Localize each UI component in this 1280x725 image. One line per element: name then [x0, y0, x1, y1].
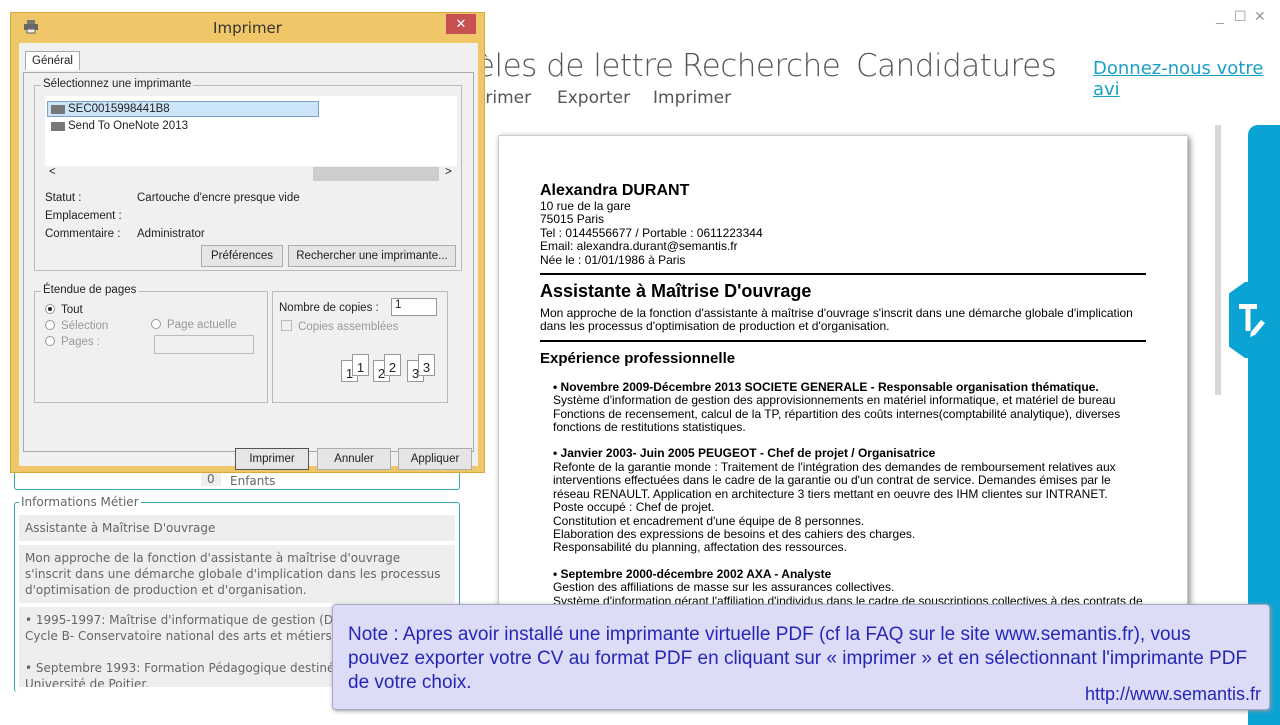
- scroll-right-icon[interactable]: >: [445, 166, 452, 178]
- range-current-radio[interactable]: Page actuelle: [151, 319, 237, 331]
- cancel-button[interactable]: Annuler: [317, 448, 391, 470]
- dialog-close-button[interactable]: ✕: [446, 14, 476, 34]
- status-value: Cartouche d'encre presque vide: [137, 192, 300, 204]
- printer-group-label: Sélectionnez une imprimante: [41, 78, 194, 90]
- comment-label: Commentaire :: [45, 228, 121, 240]
- summary-field[interactable]: Mon approche de la fonction d'assistante…: [19, 545, 455, 603]
- find-printer-button[interactable]: Rechercher une imprimante...: [288, 245, 456, 267]
- close-button[interactable]: ✕: [1254, 8, 1266, 25]
- copies-group: Nombre de copies : 1 Copies assemblées 1…: [272, 291, 448, 403]
- job-title-field[interactable]: Assistante à Maîtrise D'ouvrage: [19, 515, 455, 541]
- experience-heading: Expérience professionnelle: [540, 349, 736, 367]
- cv-phone: Tel : 0144556677 / Portable : 0611223344: [540, 225, 763, 240]
- job-head: • Novembre 2009-Décembre 2013 SOCIETE GE…: [553, 379, 1099, 394]
- printer-item[interactable]: SEC0015998441B8: [47, 101, 319, 117]
- print-action-2[interactable]: Imprimer: [653, 88, 731, 108]
- tab-applications[interactable]: Candidatures: [856, 48, 1057, 84]
- cv-summary: Mon approche de la fonction d'assistante…: [540, 306, 1133, 334]
- cv-birth: Née le : 01/01/1986 à Paris: [540, 252, 686, 267]
- collate-page-icon: 2: [384, 354, 401, 376]
- job-head: • Janvier 2003- Juin 2005 PEUGEOT - Chef…: [553, 446, 936, 461]
- cv-preview-page: Alexandra DURANT 10 rue de la gare 75015…: [498, 135, 1188, 635]
- range-all-radio[interactable]: Tout: [45, 304, 83, 316]
- note-overlay: Note : Apres avoir installé une impriman…: [332, 604, 1270, 710]
- job-body: Refonte de la garantie monde : Traitemen…: [553, 459, 1116, 555]
- collate-page-icon: 1: [352, 354, 369, 376]
- children-label: Enfants: [230, 474, 276, 488]
- printer-icon: [51, 105, 65, 114]
- job-entry: • Janvier 2003- Juin 2005 PEUGEOT - Chef…: [553, 447, 1146, 554]
- collate-checkbox[interactable]: Copies assemblées: [281, 320, 398, 333]
- printer-item[interactable]: Send To OneNote 2013: [48, 118, 188, 134]
- scroll-left-icon[interactable]: <: [49, 166, 56, 178]
- cv-title: Assistante à Maîtrise D'ouvrage: [540, 281, 812, 302]
- cv-email: Email: alexandra.durant@semantis.fr: [540, 239, 738, 254]
- comment-value: Administrator: [137, 228, 205, 240]
- printer-list: SEC0015998441B8 Send To OneNote 2013: [45, 96, 457, 166]
- range-pages-radio[interactable]: Pages :: [45, 336, 100, 348]
- business-info-title: Informations Métier: [19, 495, 141, 509]
- website-link[interactable]: http://www.semantis.fr: [1085, 684, 1261, 705]
- range-selection-radio[interactable]: Sélection: [45, 320, 108, 332]
- edit-text-icon[interactable]: [1229, 282, 1269, 358]
- printer-list-scrollbar[interactable]: < >: [45, 166, 457, 182]
- maximize-button[interactable]: ☐: [1234, 8, 1247, 25]
- children-count[interactable]: 0: [201, 472, 221, 486]
- export-action[interactable]: Exporter: [557, 88, 630, 108]
- pages-input[interactable]: [154, 335, 254, 354]
- page-range-label: Étendue de pages: [41, 284, 139, 296]
- collate-page-icon: 3: [418, 354, 435, 376]
- minimize-button[interactable]: _: [1216, 8, 1224, 24]
- status-label: Statut :: [45, 192, 82, 204]
- scroll-thumb[interactable]: [313, 167, 439, 181]
- tab-search[interactable]: Recherche: [682, 48, 841, 84]
- tab-panel: Sélectionnez une imprimante SEC001599844…: [23, 72, 474, 452]
- job-entry: • Novembre 2009-Décembre 2013 SOCIETE GE…: [553, 379, 1146, 435]
- tab-general[interactable]: Général: [25, 51, 80, 70]
- feedback-link[interactable]: Donnez-nous votre avi: [1093, 58, 1280, 100]
- copies-label: Nombre de copies :: [279, 302, 379, 314]
- divider: [540, 273, 1146, 276]
- preferences-button[interactable]: Préférences: [201, 245, 283, 267]
- printer-group: Sélectionnez une imprimante SEC001599844…: [34, 78, 462, 271]
- dialog-title: Imprimer: [213, 19, 282, 37]
- cv-address2: 75015 Paris: [540, 212, 605, 227]
- print-dialog: Imprimer ✕ Général Sélectionnez une impr…: [10, 12, 485, 473]
- job-head: • Septembre 2000-décembre 2002 AXA - Ana…: [553, 566, 832, 581]
- preview-scrollbar[interactable]: [1215, 125, 1221, 395]
- divider: [540, 339, 1146, 342]
- cv-name: Alexandra DURANT: [540, 182, 690, 199]
- apply-button[interactable]: Appliquer: [398, 448, 472, 470]
- page-range-group: Étendue de pages Tout Sélection Page act…: [34, 284, 268, 403]
- copies-stepper[interactable]: 1: [391, 298, 437, 316]
- print-button[interactable]: Imprimer: [235, 448, 309, 470]
- location-label: Emplacement :: [45, 210, 122, 222]
- job-body: Système d'information de gestion des app…: [553, 393, 1121, 435]
- cv-address1: 10 rue de la gare: [540, 199, 631, 213]
- onenote-printer-icon: [51, 122, 65, 131]
